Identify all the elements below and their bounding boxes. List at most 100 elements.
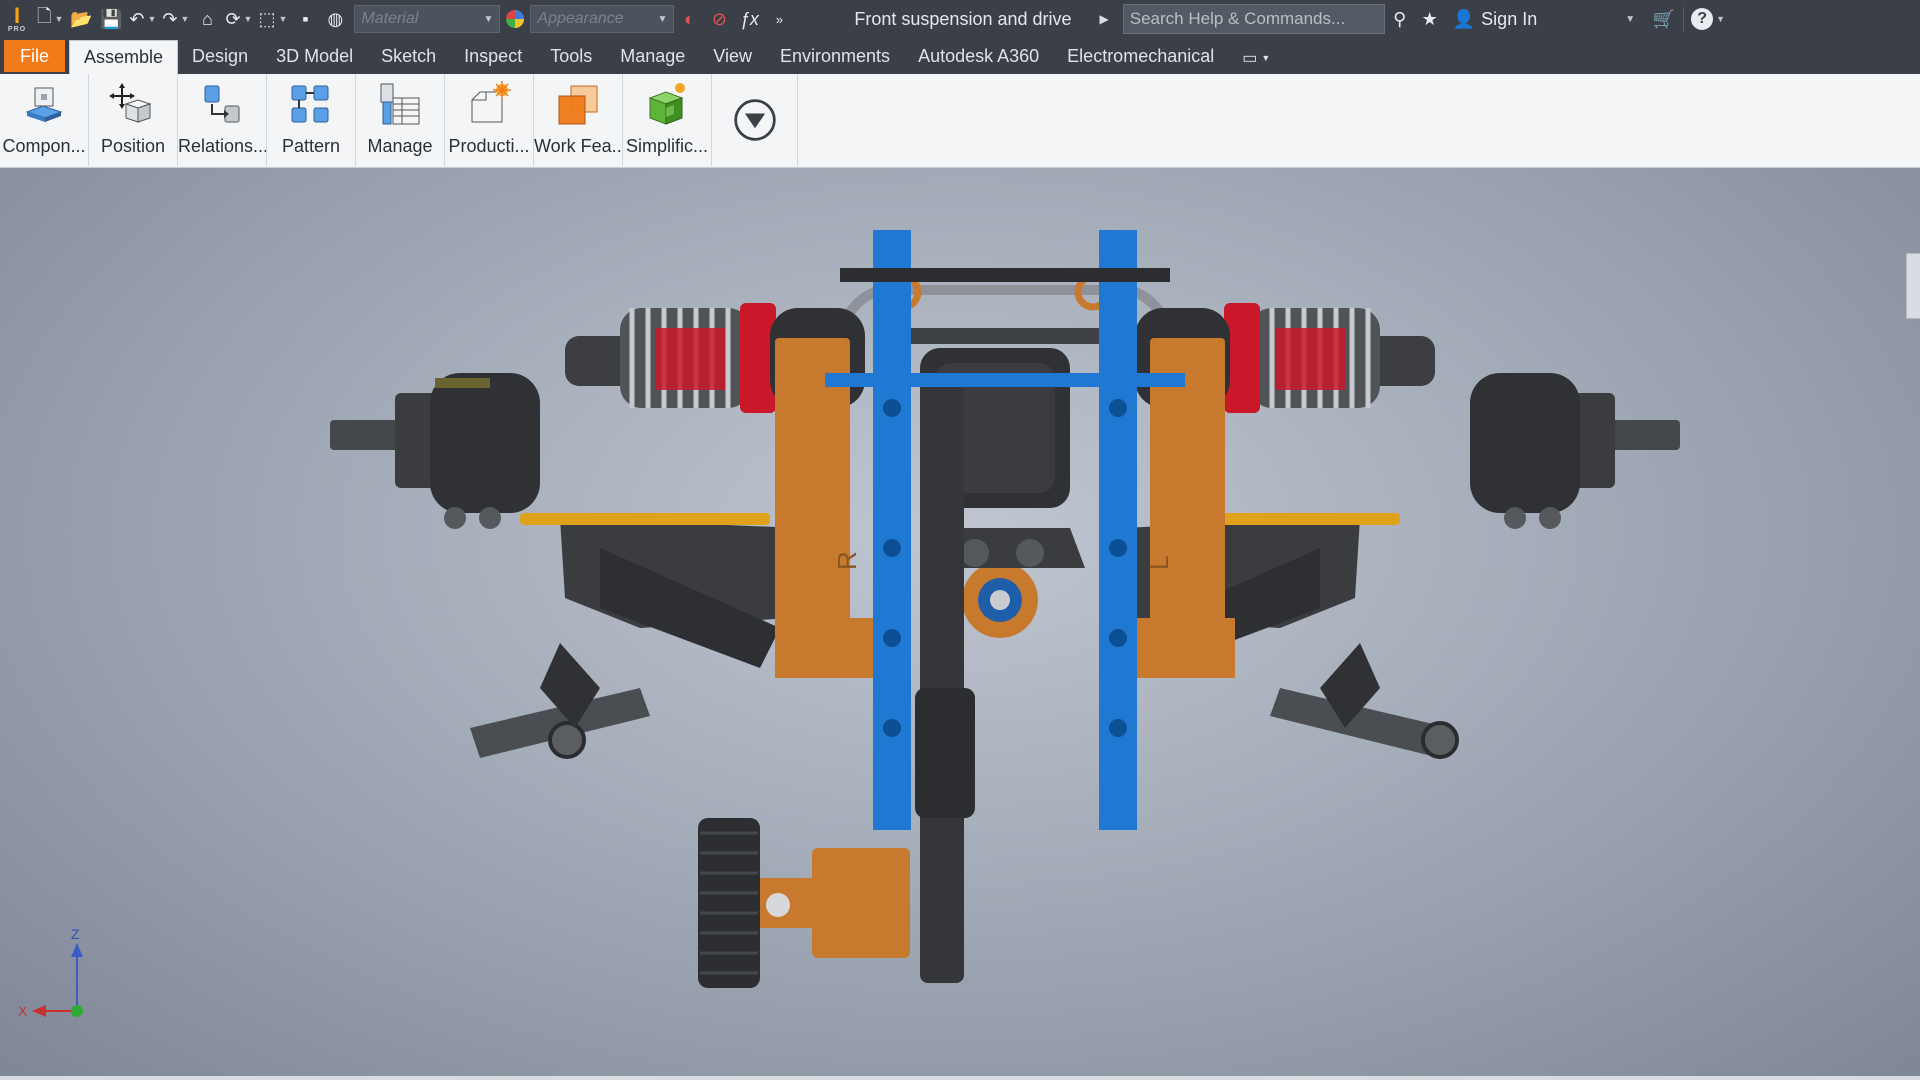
manage-button[interactable]: Manage (356, 74, 445, 166)
left-tie-rod[interactable] (520, 513, 770, 525)
user-icon: 👤 (1452, 8, 1476, 29)
expand-down-icon (733, 99, 776, 141)
save-icon: 💾 (100, 8, 123, 29)
ipart-icon: ▪ (302, 8, 309, 29)
open-button[interactable]: 📂 (66, 0, 96, 38)
tab-autodesk-a360[interactable]: Autodesk A360 (904, 40, 1053, 72)
cart-icon: 🛒 (1652, 8, 1676, 29)
appearance-ball-button[interactable] (500, 0, 530, 38)
chevron-right-double-icon: » (775, 11, 783, 27)
store-button[interactable]: 🛒 (1649, 0, 1679, 38)
ribbon-panel: Compon... Position Relations... Pattern (0, 74, 1920, 168)
status-bar (0, 1076, 1920, 1080)
binoculars-icon: ⚲ (1393, 8, 1407, 29)
chevron-down-icon: ▼ (657, 13, 668, 25)
undo-button[interactable]: ↶ ▼ (126, 0, 159, 38)
material-dropdown[interactable]: Material ▼ (354, 5, 501, 33)
right-part-mark: R (832, 551, 862, 570)
adjust-appearance-icon: ◐ (683, 8, 695, 29)
search-expand-icon[interactable]: ▶ (1100, 12, 1109, 26)
document-title: Front suspension and drive (854, 8, 1072, 29)
left-blue-upright[interactable] (873, 230, 911, 830)
tab-electromechanical[interactable]: Electromechanical (1053, 40, 1228, 72)
clear-appearance-icon: ⊘ (711, 8, 727, 29)
component-button[interactable]: Compon... (0, 74, 89, 166)
right-blue-upright[interactable] (1099, 230, 1137, 830)
help-icon: ? (1691, 8, 1714, 30)
customize-qat-button[interactable]: » (764, 0, 794, 38)
drive-spur-gear[interactable] (698, 818, 760, 988)
chevron-down-icon: ▼ (1261, 53, 1271, 63)
parameters-button[interactable]: ƒx (734, 0, 764, 38)
search-options-button[interactable]: ⚲ (1385, 0, 1415, 38)
favorites-button[interactable]: ★ (1415, 0, 1445, 38)
globe-icon: ◍ (327, 8, 344, 29)
redo-icon: ↷ (162, 8, 178, 29)
help-button[interactable]: ? ▼ (1688, 0, 1728, 38)
update-icon: ⟳ (225, 8, 241, 29)
chevron-down-icon: ▼ (483, 13, 494, 25)
ribbon-display-options[interactable]: ▭ ▼ (1228, 42, 1284, 74)
star-icon: ★ (1421, 8, 1438, 29)
tab-manage[interactable]: Manage (606, 40, 699, 72)
tab-inspect[interactable]: Inspect (450, 40, 536, 72)
tab-assemble[interactable]: Assemble (69, 40, 179, 74)
appearance-sphere-icon (506, 10, 525, 28)
tab-view[interactable]: View (699, 40, 766, 72)
expand-panel-button[interactable] (712, 74, 798, 166)
sign-in-button[interactable]: 👤 Sign In (1453, 9, 1537, 30)
simplification-button[interactable]: Simplific... (623, 74, 712, 166)
relationships-button[interactable]: Relations... (178, 74, 267, 166)
select-icon: ⬚ (258, 8, 276, 29)
position-button[interactable]: Position (89, 74, 178, 166)
left-part-mark: L (1144, 556, 1174, 570)
left-wheel-hub[interactable] (330, 373, 540, 529)
tab-3d-model[interactable]: 3D Model (262, 40, 367, 72)
position-icon (109, 83, 152, 123)
productivity-button[interactable]: Producti... (445, 74, 534, 166)
pattern-icon (291, 85, 329, 123)
drive-belt[interactable] (920, 383, 964, 983)
new-document-button[interactable]: 🗋 ▼ (34, 0, 66, 38)
z-axis-label: Z (71, 926, 80, 942)
inventor-logo[interactable]: I PRO (0, 0, 34, 38)
work-features-icon (558, 85, 598, 125)
tab-tools[interactable]: Tools (536, 40, 606, 72)
axis-triad: Z X (18, 926, 83, 1019)
home-icon: ⌂ (202, 8, 213, 29)
component-icon (25, 87, 63, 122)
tab-file[interactable]: File (4, 40, 66, 72)
function-icon: ƒx (739, 8, 759, 29)
relationships-icon (204, 85, 240, 123)
update-button[interactable]: ⟳ ▼ (222, 0, 255, 38)
tab-design[interactable]: Design (178, 40, 262, 72)
left-lower-arm[interactable] (470, 518, 800, 759)
select-mode-button[interactable]: ⬚ ▼ (255, 0, 290, 38)
right-wheel-hub[interactable] (1470, 373, 1680, 529)
redo-button[interactable]: ↷ ▼ (159, 0, 192, 38)
graphics-viewport[interactable]: R L Z X (0, 168, 1920, 1080)
viewcube-side-tab[interactable] (1906, 253, 1920, 319)
tab-sketch[interactable]: Sketch (367, 40, 450, 72)
x-axis-label: X (18, 1003, 28, 1019)
open-folder-icon: 📂 (70, 8, 93, 29)
quick-access-toolbar: I PRO 🗋 ▼ 📂 💾 ↶ ▼ ↷ ▼ ⌂ ⟳ ▼ ⬚ ▼ ▪ ◍ Material ▼… (0, 0, 1920, 38)
work-features-button[interactable]: Work Fea... (534, 74, 623, 166)
tab-environments[interactable]: Environments (766, 40, 904, 72)
manage-icon (380, 83, 420, 125)
new-document-icon: 🗋 (37, 6, 52, 26)
clear-appearance-button[interactable]: ⊘ (704, 0, 734, 38)
appearance-dropdown[interactable]: Appearance ▼ (530, 5, 675, 33)
blue-cross-plate[interactable] (825, 373, 1185, 387)
home-button[interactable]: ⌂ (192, 0, 222, 38)
save-button[interactable]: 💾 (96, 0, 126, 38)
sign-in-chevron-down-icon[interactable]: ▼ (1625, 14, 1635, 25)
adjust-appearance-button[interactable]: ◐ (674, 0, 704, 38)
search-input[interactable]: Search Help & Commands... (1122, 4, 1385, 34)
productivity-icon (471, 81, 511, 123)
web-button[interactable]: ◍ (320, 0, 350, 38)
pattern-button[interactable]: Pattern (267, 74, 356, 166)
suspension-assembly-model[interactable]: R L (0, 168, 1920, 1080)
ipart-button[interactable]: ▪ (290, 0, 320, 38)
simplification-icon (648, 83, 685, 125)
